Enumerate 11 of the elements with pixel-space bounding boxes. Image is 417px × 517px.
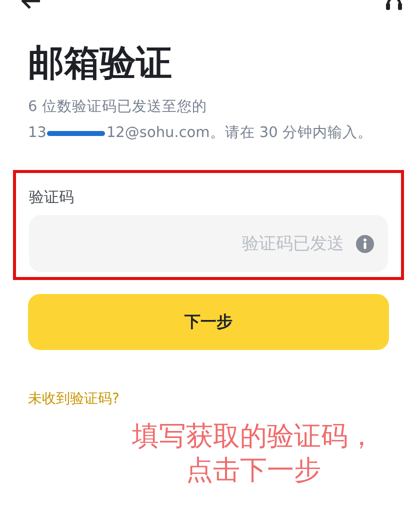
email-text: 12@sohu.com。请在 30 分钟内输入。 <box>106 124 372 143</box>
email-start-text: 13 <box>28 124 46 143</box>
annotation-text: 填写获取的验证码， <box>132 420 375 454</box>
info-icon[interactable] <box>356 235 374 253</box>
code-input-field[interactable]: 验证码已发送 <box>29 215 388 272</box>
next-button[interactable]: 下一步 <box>28 294 389 350</box>
page-title: 邮箱验证 <box>28 42 173 86</box>
redaction-mark <box>47 130 106 136</box>
description-text: 6 位数验证码已发送至您的 <box>28 98 208 117</box>
annotation-text: 点击下一步 <box>186 454 321 488</box>
field-label: 验证码 <box>29 187 75 208</box>
